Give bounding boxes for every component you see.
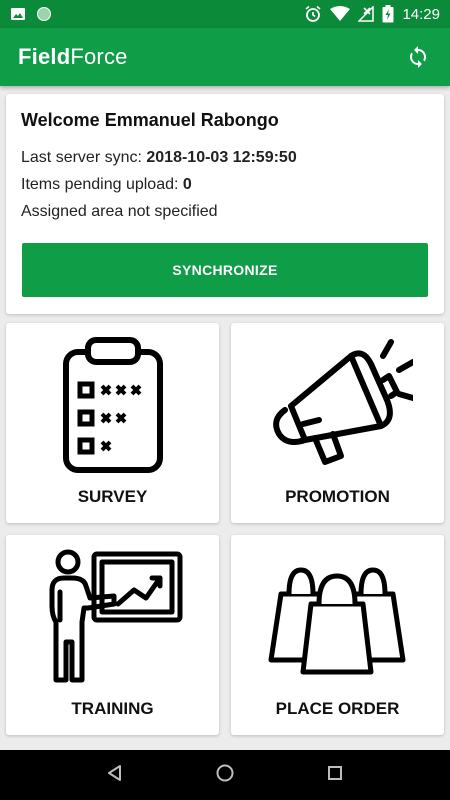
pending-line: Items pending upload: 0 <box>21 176 192 193</box>
status-bar: 14:29 <box>0 0 450 28</box>
status-time: 14:29 <box>402 5 440 23</box>
promotion-tile[interactable]: PROMOTION <box>231 323 444 523</box>
place-order-label: PLACE ORDER <box>275 699 400 718</box>
last-sync-line: Last server sync: 2018-10-03 12:59:50 <box>21 149 297 166</box>
back-icon[interactable] <box>105 763 125 788</box>
circle-icon <box>36 6 52 22</box>
area-text: Assigned area not specified <box>21 203 218 220</box>
promotion-label: PROMOTION <box>285 487 390 506</box>
training-label: TRAINING <box>71 699 154 718</box>
pending-value: 0 <box>182 176 192 193</box>
place-order-tile[interactable]: PLACE ORDER <box>231 535 444 735</box>
home-icon[interactable] <box>215 763 235 788</box>
navigation-bar <box>0 750 450 800</box>
presentation-icon <box>38 541 188 691</box>
sync-icon[interactable] <box>404 43 432 71</box>
image-icon <box>10 6 26 22</box>
survey-label: SURVEY <box>77 487 148 506</box>
app-title: FieldForce <box>18 44 128 69</box>
training-tile[interactable]: TRAINING <box>6 535 219 735</box>
welcome-card: Welcome Emmanuel Rabongo Last server syn… <box>6 94 444 314</box>
app-bar: FieldForce <box>0 28 450 86</box>
shopping-bags-icon <box>263 541 413 691</box>
megaphone-icon <box>263 329 413 479</box>
synchronize-button[interactable]: SYNCHRONIZE <box>22 243 428 297</box>
alarm-icon <box>304 5 322 23</box>
last-sync-value: 2018-10-03 12:59:50 <box>146 149 297 166</box>
recents-icon[interactable] <box>325 763 345 788</box>
clipboard-icon <box>58 329 168 479</box>
battery-icon <box>382 5 394 23</box>
survey-tile[interactable]: SURVEY <box>6 323 219 523</box>
greeting: Welcome Emmanuel Rabongo <box>21 110 279 130</box>
no-signal-icon <box>358 6 375 22</box>
wifi-icon <box>330 6 351 22</box>
